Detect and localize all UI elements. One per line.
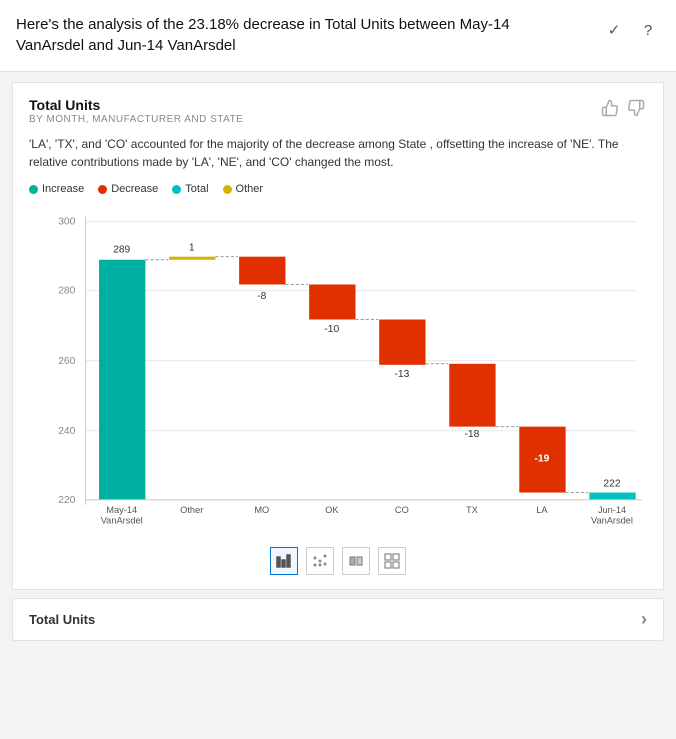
waterfall-chart: 300 280 260 240 220 bbox=[29, 201, 647, 541]
toolbar-icon-bar[interactable] bbox=[270, 547, 298, 575]
svg-text:220: 220 bbox=[58, 495, 75, 506]
bar-co[interactable] bbox=[379, 320, 425, 365]
thumbdown-icon[interactable] bbox=[625, 97, 647, 119]
legend-label-increase: Increase bbox=[42, 183, 84, 195]
svg-text:260: 260 bbox=[58, 356, 75, 367]
header-icons: ✓ ? bbox=[602, 14, 660, 42]
svg-text:-19: -19 bbox=[535, 454, 550, 465]
toolbar-icon-dots[interactable] bbox=[306, 547, 334, 575]
toolbar-icon-stacked[interactable] bbox=[342, 547, 370, 575]
chart-area: 300 280 260 240 220 bbox=[29, 201, 647, 541]
legend-label-total: Total bbox=[185, 183, 208, 195]
legend-dot-increase bbox=[29, 185, 38, 194]
svg-text:May-14: May-14 bbox=[106, 505, 137, 515]
legend-label-decrease: Decrease bbox=[111, 183, 158, 195]
svg-text:-18: -18 bbox=[464, 429, 479, 440]
bar-jun14[interactable] bbox=[589, 493, 635, 500]
help-icon[interactable]: ? bbox=[636, 18, 660, 42]
toolbar-icon-grid[interactable] bbox=[378, 547, 406, 575]
bottom-card-title: Total Units bbox=[29, 612, 95, 627]
analysis-card: Total Units BY MONTH, MANUFACTURER AND S… bbox=[12, 82, 664, 590]
bar-ok[interactable] bbox=[309, 284, 355, 319]
bottom-card[interactable]: Total Units › bbox=[12, 598, 664, 641]
chevron-right-icon: › bbox=[641, 609, 647, 630]
card-title-block: Total Units BY MONTH, MANUFACTURER AND S… bbox=[29, 97, 243, 125]
svg-text:222: 222 bbox=[603, 478, 620, 489]
legend-item-total: Total bbox=[172, 183, 208, 195]
legend-dot-decrease bbox=[98, 185, 107, 194]
svg-text:OK: OK bbox=[325, 505, 339, 515]
svg-text:289: 289 bbox=[113, 245, 130, 256]
main-content: Total Units BY MONTH, MANUFACTURER AND S… bbox=[0, 72, 676, 739]
svg-text:300: 300 bbox=[58, 217, 75, 228]
svg-text:280: 280 bbox=[58, 286, 75, 297]
check-icon[interactable]: ✓ bbox=[602, 18, 626, 42]
card-header: Total Units BY MONTH, MANUFACTURER AND S… bbox=[29, 97, 647, 125]
bar-may14[interactable] bbox=[99, 260, 145, 500]
bar-tx[interactable] bbox=[449, 364, 495, 427]
legend-item-other: Other bbox=[223, 183, 264, 195]
legend-item-increase: Increase bbox=[29, 183, 84, 195]
header: Here's the analysis of the 23.18% decrea… bbox=[0, 0, 676, 72]
card-title: Total Units bbox=[29, 97, 243, 113]
svg-text:-8: -8 bbox=[257, 291, 266, 302]
svg-text:1: 1 bbox=[189, 242, 195, 253]
svg-text:-13: -13 bbox=[394, 369, 409, 380]
card-subtitle: BY MONTH, MANUFACTURER AND STATE bbox=[29, 114, 243, 125]
svg-text:CO: CO bbox=[395, 505, 409, 515]
svg-text:-10: -10 bbox=[324, 324, 339, 335]
card-feedback-icons bbox=[599, 97, 647, 119]
legend-dot-total bbox=[172, 185, 181, 194]
svg-text:TX: TX bbox=[466, 505, 478, 515]
thumbup-icon[interactable] bbox=[599, 97, 621, 119]
svg-text:240: 240 bbox=[58, 426, 75, 437]
svg-text:MO: MO bbox=[254, 505, 269, 515]
bar-mo[interactable] bbox=[239, 257, 285, 285]
header-title: Here's the analysis of the 23.18% decrea… bbox=[16, 14, 536, 56]
svg-text:VanArsdel: VanArsdel bbox=[591, 515, 633, 525]
legend-label-other: Other bbox=[236, 183, 264, 195]
chart-legend: Increase Decrease Total Other bbox=[29, 183, 647, 195]
svg-text:Other: Other bbox=[180, 505, 203, 515]
chart-toolbar bbox=[29, 547, 647, 579]
bar-other[interactable] bbox=[169, 257, 215, 260]
svg-text:Jun-14: Jun-14 bbox=[598, 505, 626, 515]
svg-text:VanArsdel: VanArsdel bbox=[101, 515, 143, 525]
svg-text:LA: LA bbox=[536, 505, 548, 515]
legend-dot-other bbox=[223, 185, 232, 194]
legend-item-decrease: Decrease bbox=[98, 183, 158, 195]
card-description: 'LA', 'TX', and 'CO' accounted for the m… bbox=[29, 135, 647, 171]
